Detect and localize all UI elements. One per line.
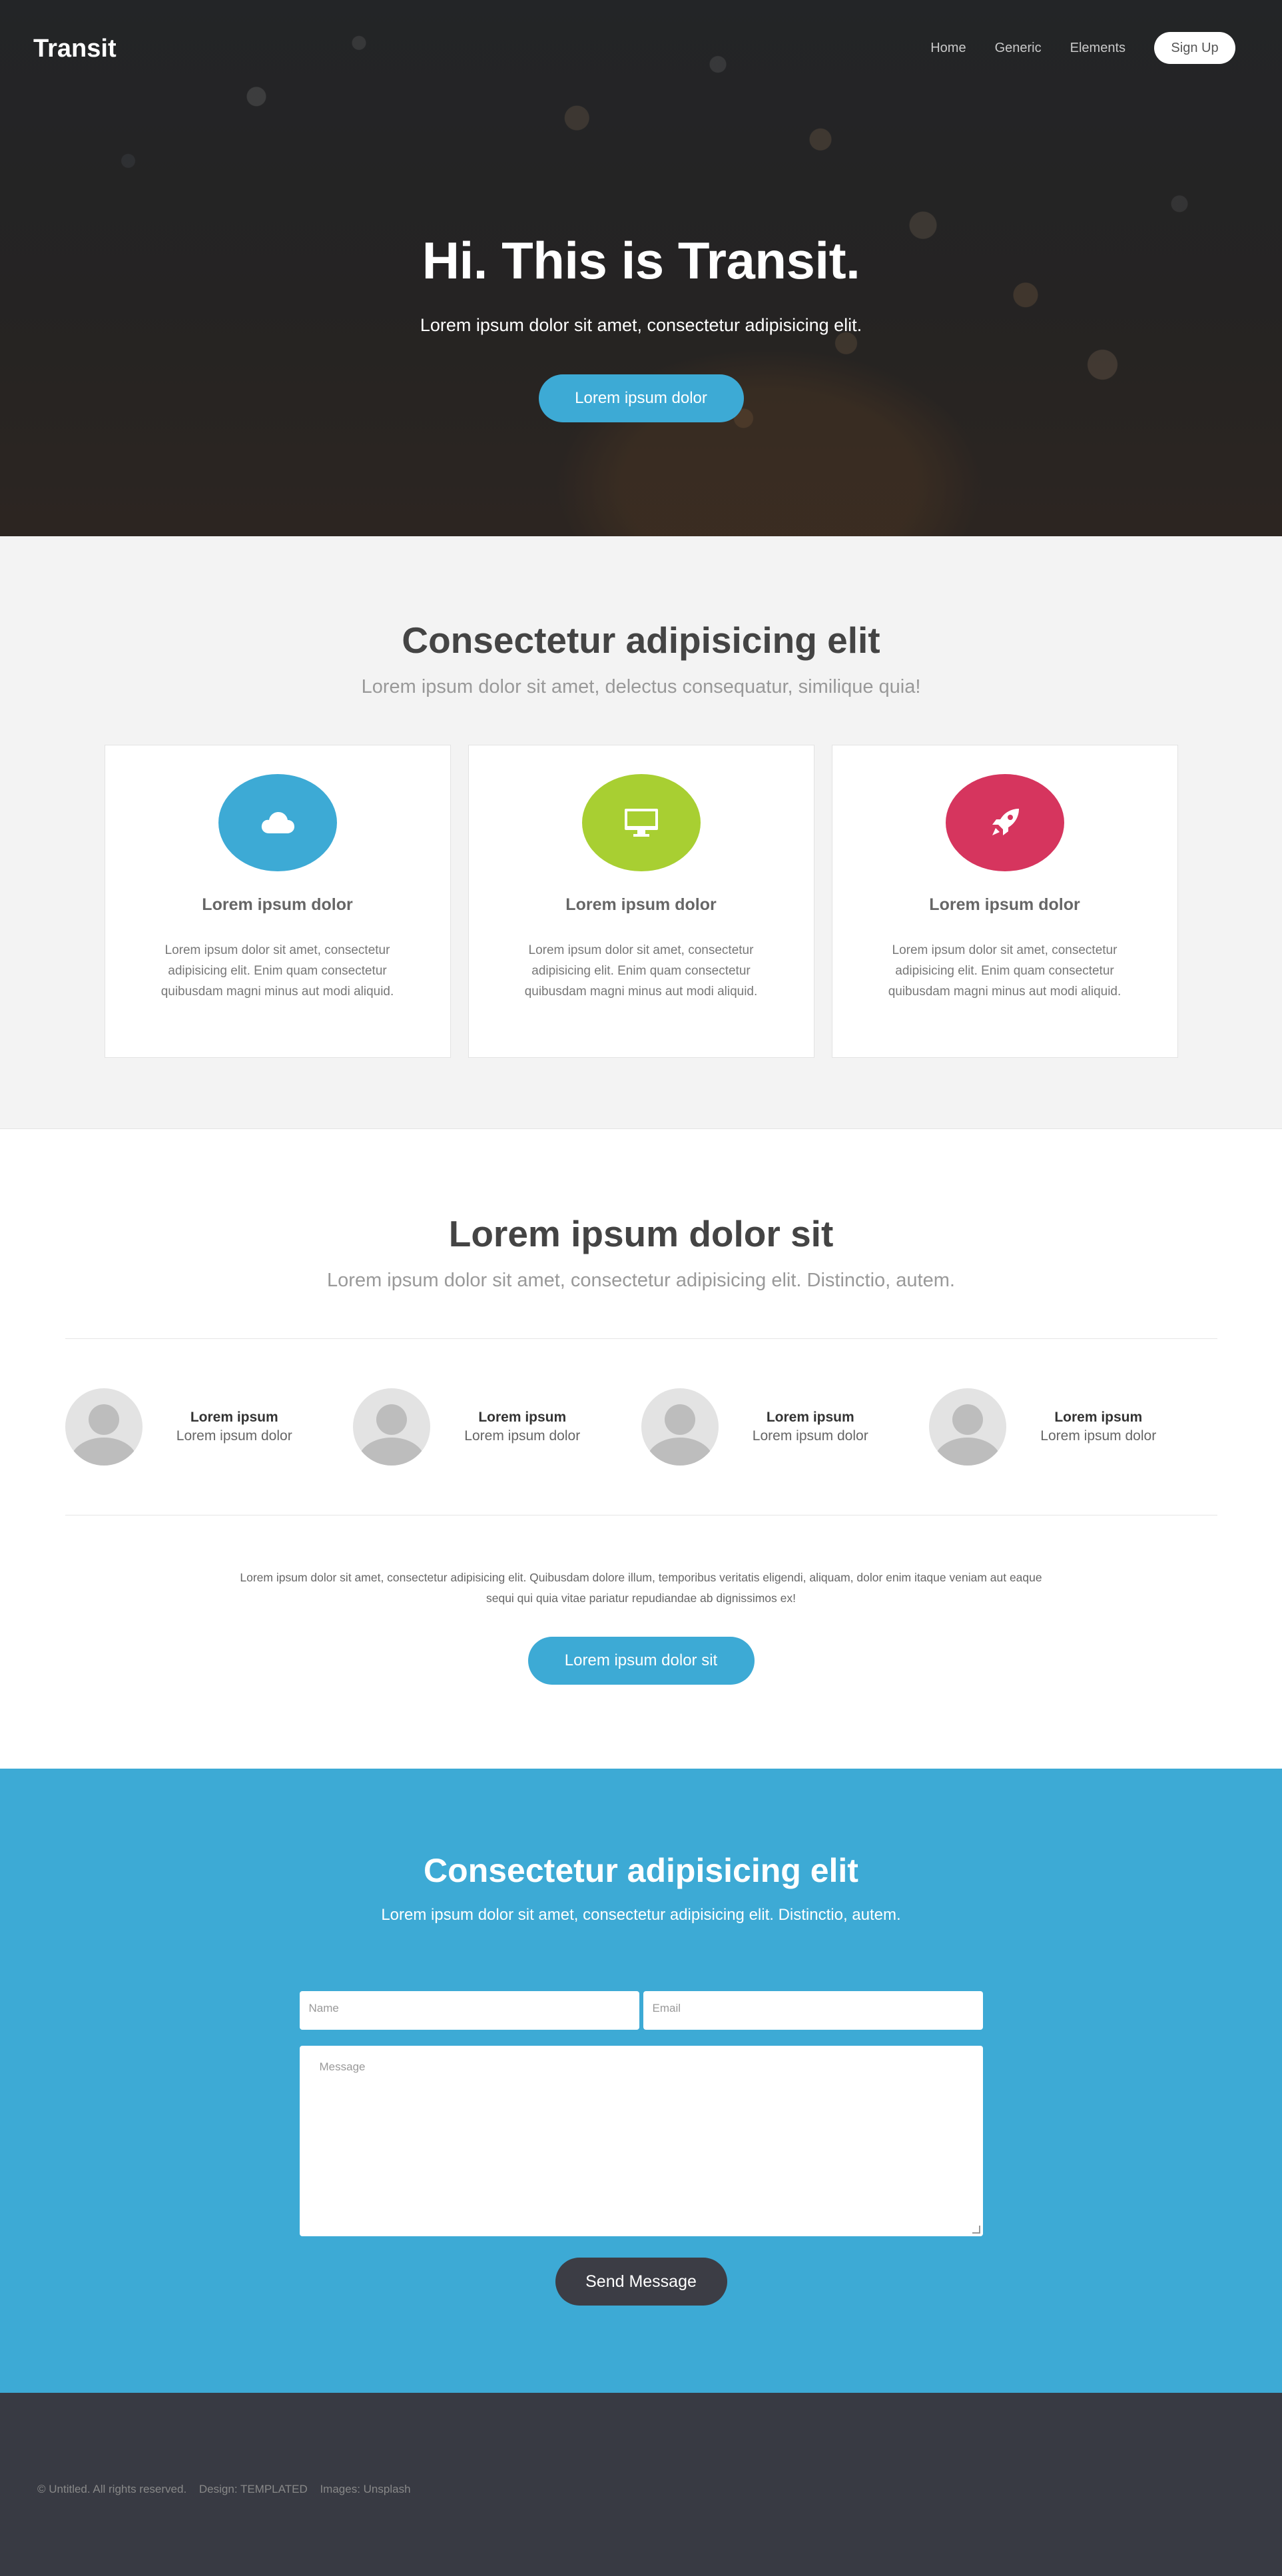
member-name: Lorem ipsum: [766, 1410, 854, 1425]
design-credit[interactable]: Design: TEMPLATED: [199, 2483, 308, 2495]
team-section: Lorem ipsum dolor sit Lorem ipsum dolor …: [0, 1129, 1282, 1769]
feature-card-text: Lorem ipsum dolor sit amet, consectetur …: [888, 943, 1122, 999]
features-section: Consectetur adipisicing elit Lorem ipsum…: [0, 536, 1282, 1129]
nav-home[interactable]: Home: [930, 41, 966, 56]
email-field[interactable]: Email: [643, 1991, 983, 2030]
member-name: Lorem ipsum: [190, 1410, 278, 1425]
avatar: [929, 1388, 1006, 1466]
footer: © Untitled. All rights reserved. Design:…: [0, 2393, 1282, 2576]
team-paragraph: Lorem ipsum dolor sit amet, consectetur …: [240, 1571, 1042, 1605]
banner: Transit Home Generic Elements Sign Up Hi…: [0, 0, 1282, 536]
feature-card-title: Lorem ipsum dolor: [565, 895, 717, 914]
copyright: © Untitled. All rights reserved. Design:…: [37, 2483, 420, 2496]
desktop-icon: [581, 774, 701, 871]
banner-subtitle: Lorem ipsum dolor sit amet, consectetur …: [420, 315, 862, 335]
name-field[interactable]: Name: [299, 1991, 639, 2030]
feature-card-text: Lorem ipsum dolor sit amet, consectetur …: [160, 943, 394, 999]
member-name: Lorem ipsum: [478, 1410, 567, 1425]
features-subtitle: Lorem ipsum dolor sit amet, delectus con…: [361, 676, 921, 697]
images-credit[interactable]: Images: Unsplash: [320, 2483, 410, 2495]
message-placeholder: Message: [319, 2060, 366, 2073]
contact-section: Consectetur adipisicing elit Lorem ipsum…: [0, 1769, 1282, 2393]
banner-title: Hi. This is Transit.: [422, 231, 860, 290]
avatar: [353, 1388, 430, 1466]
member-role: Lorem ipsum dolor: [752, 1428, 868, 1444]
avatar: [65, 1388, 143, 1466]
member-name: Lorem ipsum: [1054, 1410, 1143, 1425]
team-member: Lorem ipsum Lorem ipsum dolor: [353, 1388, 641, 1466]
member-role: Lorem ipsum dolor: [176, 1428, 292, 1444]
banner-content: Hi. This is Transit. Lorem ipsum dolor s…: [0, 230, 1282, 422]
banner-cta-button[interactable]: Lorem ipsum dolor: [538, 374, 744, 422]
feature-card: Lorem ipsum dolor Lorem ipsum dolor sit …: [831, 745, 1178, 1058]
copyright-text: © Untitled. All rights reserved.: [37, 2483, 187, 2495]
team-list: Lorem ipsum Lorem ipsum dolor Lorem ipsu…: [65, 1339, 1217, 1515]
feature-card: Lorem ipsum dolor Lorem ipsum dolor sit …: [104, 745, 451, 1058]
team-cta-button[interactable]: Lorem ipsum dolor sit: [527, 1637, 755, 1685]
contact-subtitle: Lorem ipsum dolor sit amet, consectetur …: [381, 1906, 901, 1924]
feature-card-text: Lorem ipsum dolor sit amet, consectetur …: [524, 943, 758, 999]
nav-generic[interactable]: Generic: [995, 41, 1042, 56]
send-message-button[interactable]: Send Message: [555, 2258, 727, 2306]
feature-card-title: Lorem ipsum dolor: [929, 895, 1080, 914]
contact-title: Consectetur adipisicing elit: [424, 1852, 858, 1889]
main-nav: Home Generic Elements Sign Up: [902, 32, 1235, 64]
contact-form: Name Email Message Send Message: [299, 1991, 983, 2306]
feature-card-title: Lorem ipsum dolor: [202, 895, 353, 914]
team-member: Lorem ipsum Lorem ipsum dolor: [65, 1388, 354, 1466]
feature-card: Lorem ipsum dolor Lorem ipsum dolor sit …: [468, 745, 814, 1058]
feature-cards: Lorem ipsum dolor Lorem ipsum dolor sit …: [0, 745, 1282, 1058]
nav-elements[interactable]: Elements: [1070, 41, 1125, 56]
logo[interactable]: Transit: [33, 35, 117, 63]
member-role: Lorem ipsum dolor: [1040, 1428, 1157, 1444]
team-member: Lorem ipsum Lorem ipsum dolor: [929, 1388, 1217, 1466]
team-subtitle: Lorem ipsum dolor sit amet, consectetur …: [327, 1270, 955, 1291]
team-title: Lorem ipsum dolor sit: [448, 1213, 834, 1254]
cloud-icon: [218, 774, 337, 871]
header: Transit Home Generic Elements Sign Up: [0, 0, 1282, 99]
team-member: Lorem ipsum Lorem ipsum dolor: [641, 1388, 930, 1466]
avatar: [641, 1388, 719, 1466]
member-role: Lorem ipsum dolor: [464, 1428, 581, 1444]
rocket-icon: [945, 774, 1064, 871]
message-field[interactable]: Message: [299, 2046, 983, 2236]
resize-handle[interactable]: [972, 2226, 980, 2234]
signup-button[interactable]: Sign Up: [1154, 32, 1235, 64]
features-title: Consectetur adipisicing elit: [402, 620, 880, 661]
